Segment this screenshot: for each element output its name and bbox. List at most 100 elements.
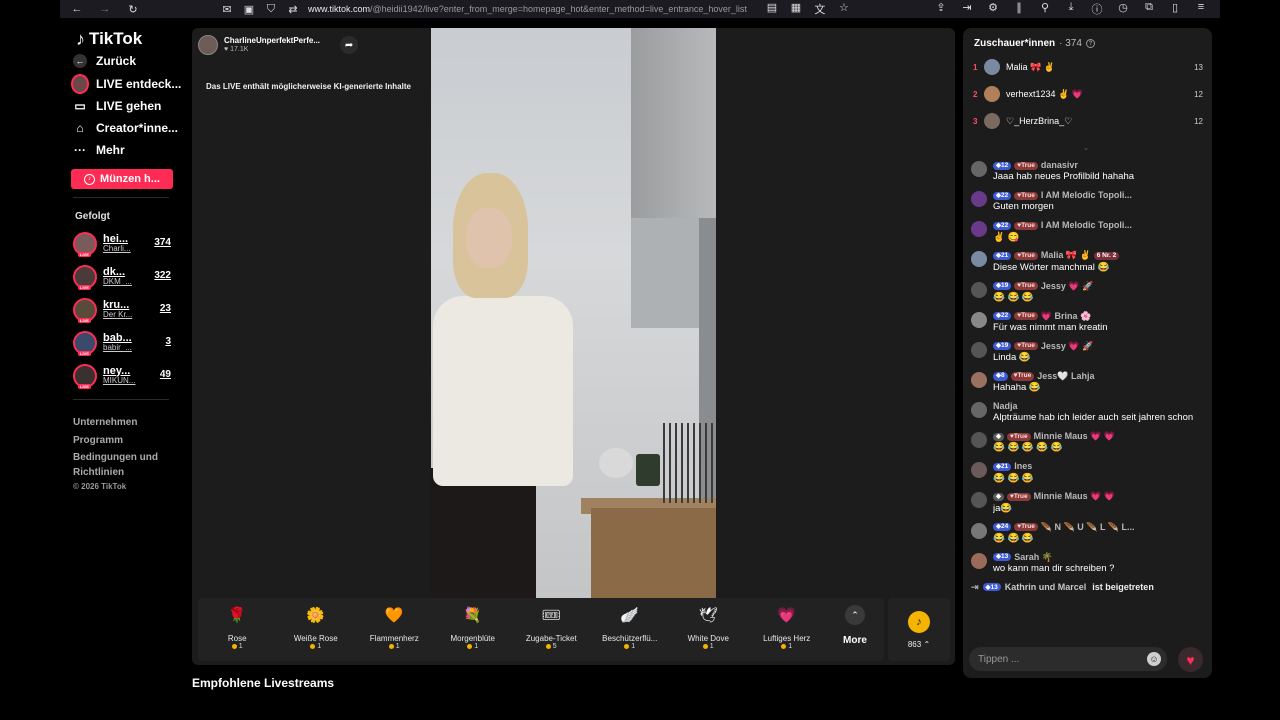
host-info[interactable]: CharlineUnperfektPerfe... ♥ 17.1K ➦ [198, 35, 359, 55]
share-icon[interactable]: ⇪ [934, 1, 948, 17]
gift-item[interactable]: 💗 Luftiges Herz 1 [748, 603, 827, 650]
library-icon[interactable]: ∥ [1012, 1, 1026, 17]
tiktok-logo[interactable]: ♪ TikTok [76, 28, 185, 50]
sidebar-icon[interactable]: ▯ [1168, 1, 1182, 17]
chat-input[interactable] [978, 653, 1147, 665]
chevron-down-icon[interactable]: ⌄ [1083, 144, 1089, 152]
share-arrow-icon[interactable]: ➦ [340, 36, 359, 54]
bookmark-star-icon[interactable]: ☆ [837, 1, 851, 17]
get-coins-button[interactable]: ♪ Münzen h... [71, 169, 173, 189]
chat-username[interactable]: I AM Melodic Topoli... [1041, 220, 1132, 231]
nav-creator[interactable]: ⌂ Creator*inne... [71, 117, 185, 139]
chat-avatar[interactable] [971, 371, 987, 388]
folder-icon[interactable]: ▣ [242, 3, 256, 16]
chat-avatar[interactable] [971, 191, 987, 208]
followed-avatar: LIVE [73, 330, 97, 356]
info-icon[interactable]: ⓘ [1090, 1, 1104, 17]
forward-arrow-icon[interactable]: → [98, 3, 112, 16]
chat-username[interactable]: Jessy 💗 🚀 [1041, 341, 1093, 352]
gift-item[interactable]: 🌹 Rose 1 [198, 603, 277, 650]
followed-item[interactable]: LIVE ney... MIKUN... 49 [73, 363, 171, 389]
extension-icon[interactable]: ⇥ [960, 1, 974, 17]
followed-item[interactable]: LIVE kru... Der Kr... 23 [73, 297, 171, 323]
chat-avatar[interactable] [971, 341, 987, 358]
gift-item[interactable]: 💐 Morgenblüte 1 [434, 603, 513, 650]
back-icon: ← [73, 54, 87, 68]
chat-avatar[interactable] [971, 522, 987, 539]
footer-link[interactable]: Bedingungen und Richtlinien [73, 450, 185, 480]
download-icon[interactable]: ⤓ [1064, 1, 1078, 17]
followed-subname: Der Kr... [103, 310, 133, 320]
chat-avatar[interactable] [971, 281, 987, 298]
chat-avatar[interactable] [971, 492, 987, 509]
followed-item[interactable]: LIVE hei... Charli... 374 [73, 231, 171, 257]
nav-live-explore[interactable]: LIVE entdeck... [71, 73, 185, 95]
url-bar[interactable]: www.tiktok.com/@heidii1942/live?enter_fr… [308, 4, 747, 14]
chat-username[interactable]: Ines [1014, 461, 1032, 472]
permissions-icon[interactable]: ⇄ [286, 3, 300, 16]
gift-item[interactable]: 🎟 Zugabe-Ticket 5 [512, 603, 591, 650]
chat-username[interactable]: Minnie Maus 💗 💗 [1034, 491, 1115, 502]
chevron-up-icon: ⌃ [845, 605, 865, 625]
gift-item[interactable]: 🪽 Beschützerflü... 1 [591, 603, 670, 650]
chat-avatar[interactable] [971, 311, 987, 328]
gift-item[interactable]: 🕊 White Dove 1 [669, 603, 748, 650]
chat-avatar[interactable] [971, 402, 987, 418]
live-video[interactable] [431, 28, 716, 598]
chat-message: ◆22 ♥True I AM Melodic Topoli... ✌ 😋 [971, 220, 1205, 243]
nav-go-live[interactable]: ▭ LIVE gehen [71, 95, 185, 117]
extensions-icon[interactable]: ⧉ [1142, 1, 1156, 17]
reload-icon[interactable]: ↻ [126, 3, 140, 16]
chat-username[interactable]: Nadja [993, 401, 1018, 412]
menu-icon[interactable]: ≡ [1194, 1, 1208, 17]
ranking-row[interactable]: 3 ♡_HerzBrina_♡ 12 [973, 112, 1203, 130]
gift-item[interactable]: 🌼 Weiße Rose 1 [277, 603, 356, 650]
chat-username[interactable]: I AM Melodic Topoli... [1041, 190, 1132, 201]
gift-item[interactable]: 🧡 Flammenherz 1 [355, 603, 434, 650]
chat-username[interactable]: Malia 🎀 ✌ [1041, 250, 1091, 261]
screenshot-icon[interactable]: ▦ [789, 1, 803, 17]
chat-avatar[interactable] [971, 221, 987, 238]
chat-username[interactable]: Jess🤍 Lahja [1037, 371, 1094, 382]
viewers-header[interactable]: Zuschauer*innen · 374 ? [974, 38, 1095, 49]
chat-username[interactable]: Jessy 💗 🚀 [1041, 281, 1093, 292]
back-link[interactable]: ← Zurück [71, 50, 185, 72]
chat-username[interactable]: 💗 Brina 🌸 [1041, 311, 1091, 322]
coin-balance-button[interactable]: ♪ 863 ⌃ [888, 598, 950, 661]
reader-icon[interactable]: ▤ [765, 1, 779, 17]
back-arrow-icon[interactable]: ← [70, 3, 84, 16]
level-badge: ◆13 [993, 553, 1012, 562]
host-avatar[interactable] [198, 35, 218, 55]
settings-icon[interactable]: ⚙ [986, 1, 1000, 17]
joined-user[interactable]: Kathrin und Marcel [1005, 582, 1087, 592]
chat-username[interactable]: Minnie Maus 💗 💗 [1034, 431, 1115, 442]
ranking-row[interactable]: 2 verhext1234 ✌ 💗 12 [973, 85, 1203, 103]
chat-message: ◆ ♥True Minnie Maus 💗 💗 ja😂 [971, 491, 1205, 514]
more-gifts-button[interactable]: ⌃ More [826, 603, 884, 646]
emoji-icon[interactable]: ☺ [1147, 652, 1161, 666]
chat-avatar[interactable] [971, 161, 987, 177]
nav-more[interactable]: ··· Mehr [71, 139, 185, 161]
like-heart-button[interactable]: ♥ [1178, 647, 1203, 672]
host-name[interactable]: CharlineUnperfektPerfe... [224, 36, 320, 46]
translate-icon[interactable]: 文 [813, 1, 827, 17]
chat-username[interactable]: Sarah 🌴 [1014, 552, 1053, 563]
followed-item[interactable]: LIVE bab... babir_... 3 [73, 330, 171, 356]
chat-avatar[interactable] [971, 432, 987, 449]
followed-item[interactable]: LIVE dk... DKM_... 322 [73, 264, 171, 290]
chat-username[interactable]: danasivr [1041, 160, 1078, 171]
chat-avatar[interactable] [971, 552, 987, 569]
ranking-row[interactable]: 1 Malia 🎀 ✌ 13 [973, 58, 1203, 76]
gift-icon: 🧡 [384, 607, 404, 624]
shield-icon[interactable]: ⛉ [264, 3, 278, 16]
mail-icon[interactable]: ✉ [220, 3, 234, 16]
search-icon[interactable]: ⚲ [1038, 1, 1052, 17]
footer-link[interactable]: Unternehmen [73, 414, 185, 432]
chat-username[interactable]: 🪶 N 🪶 U 🪶 L 🪶 L... [1041, 522, 1135, 533]
chat-avatar[interactable] [971, 462, 987, 479]
chat-avatar[interactable] [971, 251, 987, 268]
coin-icon: ♪ [84, 173, 96, 185]
question-icon[interactable]: ? [1085, 39, 1095, 48]
footer-link[interactable]: Programm [73, 432, 185, 450]
history-icon[interactable]: ◷ [1116, 1, 1130, 17]
